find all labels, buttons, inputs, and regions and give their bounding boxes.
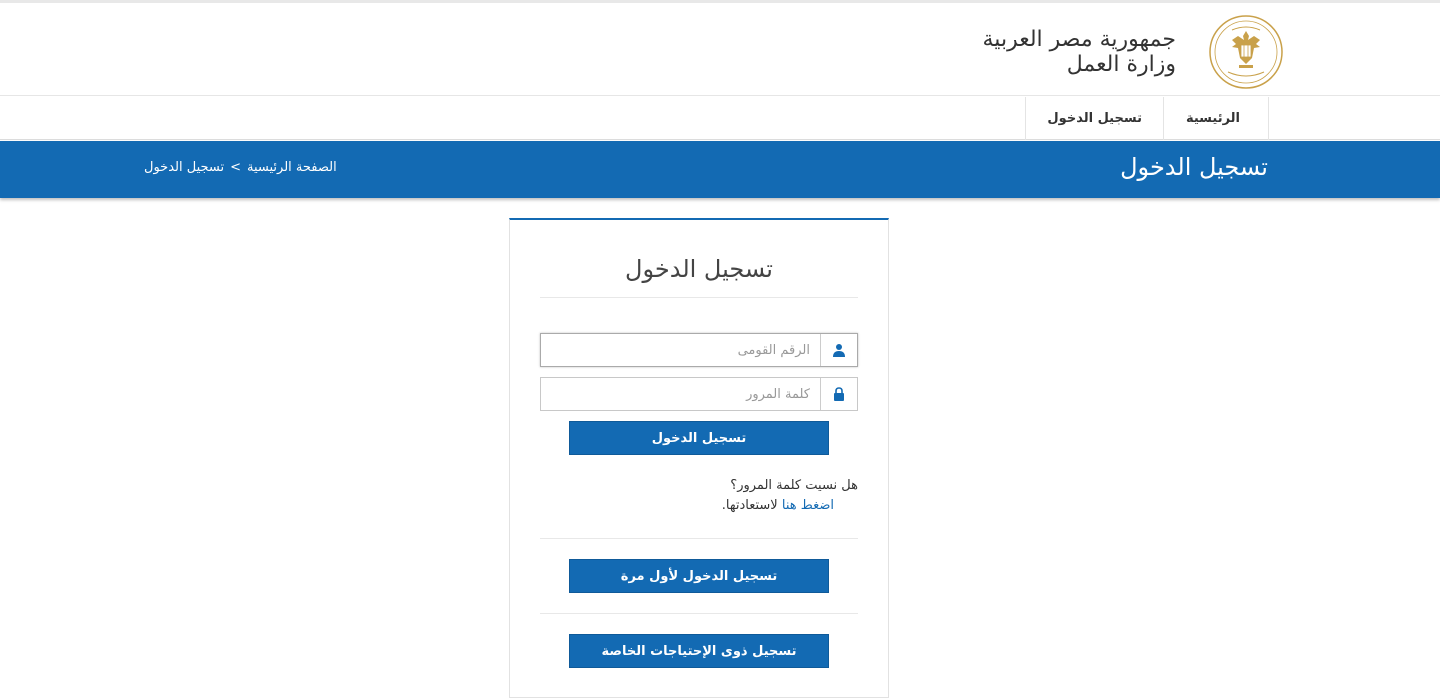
header-title-ministry: وزارة العمل [1066,52,1176,77]
section-divider [540,538,858,539]
nav-item-home[interactable]: الرئيسية [1162,97,1269,140]
login-card: تسجيل الدخول تسجيل الدخول هل نسيت كلمة ا… [509,218,889,698]
breadcrumb-home-link[interactable]: الصفحة الرئيسية [247,160,337,175]
header-titles: جمهورية مصر العربية وزارة العمل [880,27,1176,77]
page-title: تسجيل الدخول [1120,153,1268,181]
national-id-field [540,333,858,367]
forgot-password-suffix: لاستعادتها. [721,498,778,513]
page-title-bar: تسجيل الدخول الصفحة الرئيسية > تسجيل الد… [0,141,1440,198]
nav-list: الرئيسية تسجيل الدخول [1025,97,1269,140]
breadcrumb-current: تسجيل الدخول [144,160,225,175]
header-title-country: جمهورية مصر العربية [982,27,1176,52]
lock-icon [820,378,857,410]
first-time-login-button[interactable]: تسجيل الدخول لأول مرة [569,559,829,593]
national-id-input[interactable] [541,334,820,366]
forgot-password-question: هل نسيت كلمة المرور؟ [730,478,858,493]
nav-item-login[interactable]: تسجيل الدخول [1025,97,1163,140]
breadcrumb: الصفحة الرئيسية > تسجيل الدخول [144,160,364,175]
login-card-title: تسجيل الدخول [625,255,773,283]
section-divider [540,613,858,614]
login-button[interactable]: تسجيل الدخول [569,421,829,455]
title-divider [540,297,858,298]
forgot-password-link[interactable]: اضغط هنا [782,498,834,513]
ministry-seal-logo[interactable] [1208,14,1284,90]
breadcrumb-separator: > [230,160,242,175]
password-input[interactable] [541,378,820,410]
forgot-password: هل نسيت كلمة المرور؟ اضغط هنا لاستعادتها… [540,476,858,516]
special-needs-register-button[interactable]: تسجيل ذوى الإحتياجات الخاصة [569,634,829,668]
forgot-password-line: اضغط هنا لاستعادتها. [540,496,858,516]
main-nav: الرئيسية تسجيل الدخول [0,97,1440,140]
user-icon [820,334,857,366]
site-header: جمهورية مصر العربية وزارة العمل [0,3,1440,96]
password-field [540,377,858,411]
